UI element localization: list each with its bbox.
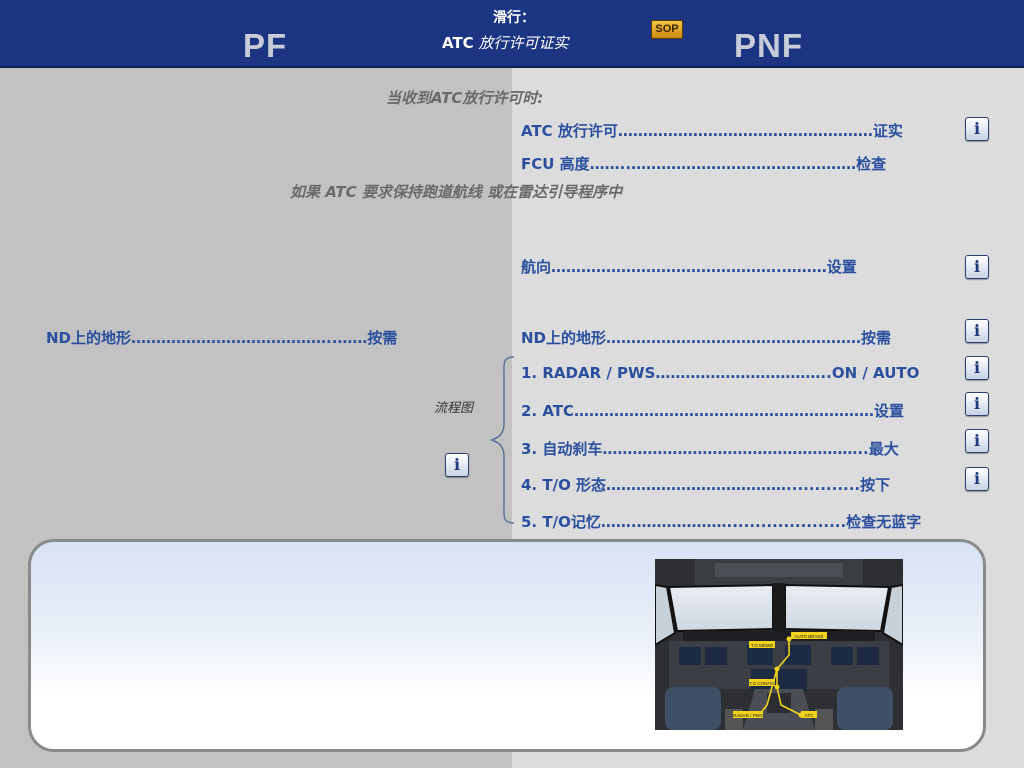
item-dots: ………………………………............. bbox=[606, 476, 861, 494]
note-on-receive-clearance: 当收到ATC放行许可时: bbox=[386, 89, 544, 107]
item-label: FCU 高度 bbox=[521, 155, 590, 173]
subtitle-text: 放行许可证实 bbox=[473, 34, 569, 52]
cockpit-label-auto-brake: AUTO BRAKE bbox=[795, 634, 824, 639]
item-dots: …………………………………………….. bbox=[602, 440, 869, 458]
item-label: 2. ATC bbox=[521, 402, 575, 420]
item-dots: ……..……………………………………… bbox=[589, 155, 857, 173]
info-icon[interactable]: i bbox=[965, 356, 989, 380]
pf-title: PF bbox=[243, 27, 288, 64]
item-dots: …………………………………………… bbox=[606, 329, 862, 347]
item-action: 设置 bbox=[826, 258, 857, 276]
item-action: 检查无蓝字 bbox=[846, 513, 922, 531]
checklist-item-atc: 2. ATC……………………………………………………设置 bbox=[521, 400, 904, 421]
checklist-item-to-config: 4. T/O 形态……………………………….............按下 bbox=[521, 474, 890, 495]
info-icon[interactable]: i bbox=[965, 319, 989, 343]
item-label: ATC 放行许可 bbox=[521, 122, 618, 140]
item-action: 证实 bbox=[872, 122, 903, 140]
info-icon[interactable]: i bbox=[965, 467, 989, 491]
cockpit-label-radar-pws: RADAR / PWS bbox=[733, 713, 763, 718]
item-dots: …………………………………..…… bbox=[131, 329, 368, 347]
item-dots: …………………………….. bbox=[655, 364, 832, 382]
item-action: ON / AUTO bbox=[831, 364, 920, 382]
item-label: 5. T/O记忆 bbox=[521, 513, 601, 531]
flow-brace-icon bbox=[490, 356, 515, 524]
info-icon[interactable]: i bbox=[965, 117, 989, 141]
flow-label: 流程图 bbox=[434, 401, 474, 416]
checklist-item-atc-clearance: ATC 放行许可……………………………………………证实 bbox=[521, 120, 903, 141]
item-dots: …………………………………………… bbox=[617, 122, 873, 140]
note-runway-heading: 如果 ATC 要求保持跑道航线 或在雷达引导程序中 bbox=[290, 183, 623, 201]
item-action: 按需 bbox=[367, 329, 398, 347]
sop-button[interactable]: SOP bbox=[651, 20, 683, 39]
checklist-item-nd-terrain-pf: ND上的地形…………………………………..……按需 bbox=[46, 327, 397, 348]
cockpit-illustration: AUTO BRAKE T.O MEMO T.O CONFIG RADAR / P… bbox=[655, 559, 903, 730]
subtitle-atc: ATC bbox=[442, 34, 474, 52]
item-label: 1. RADAR / PWS bbox=[521, 364, 656, 382]
item-dots: ……………………………………….……… bbox=[551, 258, 827, 276]
item-dots: …….………………..................... bbox=[600, 513, 847, 531]
item-label: ND上的地形 bbox=[46, 329, 132, 347]
info-icon[interactable]: i bbox=[445, 453, 469, 477]
checklist-item-to-memo: 5. T/O记忆…….……………….....................检查… bbox=[521, 511, 921, 532]
checklist-item-fcu-altitude: FCU 高度……..………………………………………检查 bbox=[521, 153, 886, 174]
info-icon[interactable]: i bbox=[965, 255, 989, 279]
item-action: 最大 bbox=[868, 440, 899, 458]
checklist-item-autobrake: 3. 自动刹车……………………………………………..最大 bbox=[521, 438, 899, 459]
item-dots: …………………………………………………… bbox=[574, 402, 875, 420]
phase-title: 滑行： bbox=[493, 10, 535, 26]
checklist-item-nd-terrain-pnf: ND上的地形……………………………………………按需 bbox=[521, 327, 891, 348]
cockpit-label-to-memo: T.O MEMO bbox=[751, 643, 774, 648]
cockpit-label-to-config: T.O CONFIG bbox=[749, 681, 775, 686]
page-subtitle: ATC 放行许可证实 bbox=[442, 32, 568, 53]
item-action: 检查 bbox=[856, 155, 887, 173]
item-action: 按下 bbox=[860, 476, 891, 494]
cockpit-label-atc: ATC bbox=[805, 713, 814, 718]
checklist-item-radar-pws: 1. RADAR / PWS……………………………..ON / AUTO bbox=[521, 364, 919, 382]
item-action: 按需 bbox=[861, 329, 892, 347]
checklist-item-heading: 航向……………………………………….………设置 bbox=[521, 256, 857, 277]
cockpit-image: AUTO BRAKE T.O MEMO T.O CONFIG RADAR / P… bbox=[655, 559, 903, 730]
item-label: 3. 自动刹车 bbox=[521, 440, 603, 458]
item-label: 4. T/O 形态 bbox=[521, 476, 607, 494]
info-icon[interactable]: i bbox=[965, 429, 989, 453]
info-icon[interactable]: i bbox=[965, 392, 989, 416]
item-label: 航向 bbox=[521, 258, 552, 276]
item-label: ND上的地形 bbox=[521, 329, 607, 347]
pnf-title: PNF bbox=[734, 27, 803, 64]
item-action: 设置 bbox=[874, 402, 905, 420]
